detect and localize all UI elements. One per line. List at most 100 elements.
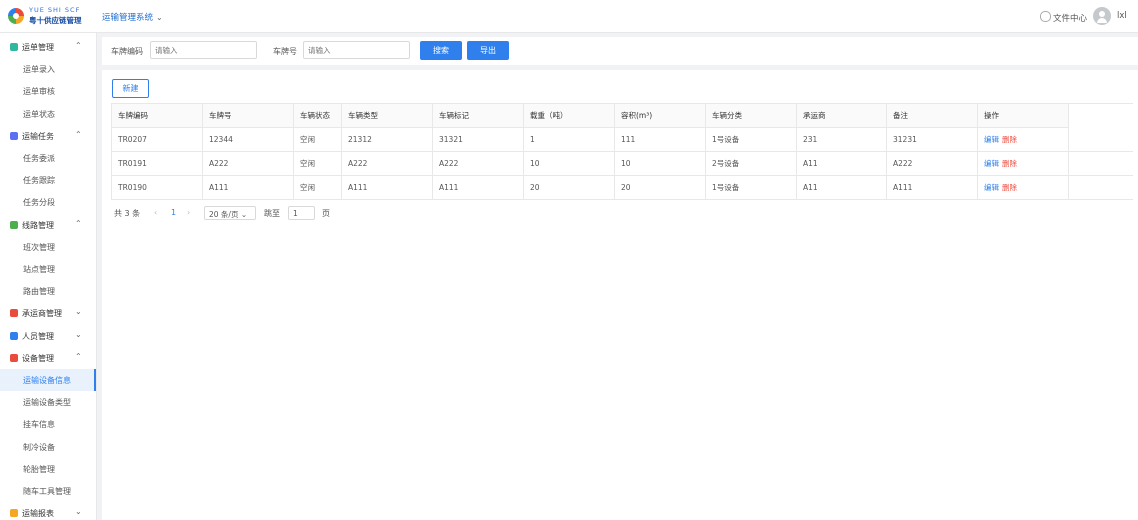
table-cell: 空闲	[293, 175, 342, 200]
username[interactable]: lxl	[1117, 11, 1127, 21]
sidebar-group-label: 人员管理	[22, 331, 54, 341]
table-cell: TR0190	[111, 175, 203, 200]
table-cell: 12344	[202, 127, 294, 152]
sidebar-item[interactable]: 随车工具管理	[0, 480, 96, 502]
sidebar-item-label: 任务跟踪	[23, 176, 55, 186]
table-cell: A111	[202, 175, 294, 200]
sidebar-item[interactable]: 轮胎管理	[0, 458, 96, 480]
plate-code-label: 车牌编码	[111, 47, 143, 56]
goto-page-input[interactable]: 1	[288, 206, 315, 220]
table-header: 车牌编码 车牌号 车辆状态 车辆类型 车辆标记 载重（吨） 容积(m³) 车辆分类 承运商 备注操…	[111, 103, 1133, 128]
sidebar-item[interactable]: 任务分段	[0, 191, 96, 213]
table-cell: 空闲	[293, 151, 342, 176]
search-panel	[102, 37, 1138, 65]
delete-link[interactable]: 删除	[1002, 159, 1017, 168]
page-number-current[interactable]: 1	[171, 208, 176, 217]
sidebar-group[interactable]: 运输报表 ⌄	[0, 502, 96, 520]
sidebar-group[interactable]: 设备管理 ⌃	[0, 347, 96, 369]
table-row: TR0191 A222 空闲 A222 A222 10 10 2号设备 A11 A222 编辑 删除	[111, 151, 1133, 176]
column-header: 车辆状态	[293, 103, 342, 128]
edit-link[interactable]: 编辑	[984, 159, 999, 168]
logo: YUE SHI SCF 粤十供应链管理	[8, 6, 88, 26]
delete-link[interactable]: 删除	[1002, 183, 1017, 192]
page-suffix: 页	[322, 209, 330, 218]
sidebar-item[interactable]: 班次管理	[0, 236, 96, 258]
sidebar-group-icon	[10, 43, 18, 51]
sidebar-group[interactable]: 线路管理 ⌃	[0, 214, 96, 236]
table-cell: 1号设备	[705, 127, 797, 152]
chevron-down-icon: ⌄	[75, 307, 82, 317]
sidebar-group-icon	[10, 353, 18, 362]
export-button[interactable]: 导出	[467, 41, 509, 60]
sidebar-item[interactable]: 路由管理	[0, 280, 96, 302]
sidebar-item-label: 运输设备类型	[23, 398, 71, 408]
logo-mark-icon	[8, 8, 24, 24]
sidebar-group-icon	[10, 509, 18, 518]
edit-link[interactable]: 编辑	[984, 135, 999, 144]
page-size-value: 20 条/页	[209, 210, 239, 219]
sidebar-group[interactable]: 人员管理 ⌄	[0, 325, 96, 347]
sidebar-item[interactable]: 任务委派	[0, 147, 96, 169]
sidebar-group-label: 设备管理	[22, 353, 54, 363]
actions-cell: 编辑 删除	[977, 175, 1069, 200]
sidebar-item-label: 轮胎管理	[23, 464, 55, 474]
delete-link[interactable]: 删除	[1002, 135, 1017, 144]
page-size-select[interactable]: 20 条/页 ⌄	[204, 206, 256, 220]
next-page-button[interactable]: ›	[187, 208, 190, 217]
chevron-down-icon: ⌄	[75, 329, 82, 339]
sidebar-item[interactable]: 运单录入	[0, 58, 96, 80]
table-cell: A11	[796, 151, 887, 176]
system-title: 运输管理系统	[102, 13, 154, 23]
sidebar-item-label: 任务委派	[23, 154, 55, 163]
table-cell: 10	[614, 151, 706, 176]
table-cell: A222	[886, 151, 978, 176]
sidebar-item[interactable]: 运输设备信息	[0, 369, 96, 391]
sidebar-group[interactable]: 运输任务 ⌃	[0, 125, 96, 147]
table-cell: A222	[341, 151, 433, 176]
table-cell: A222	[432, 151, 524, 176]
column-header: 容积(m³)	[614, 103, 706, 128]
column-header: 载重（吨）	[523, 103, 615, 128]
table-cell: 31321	[432, 127, 524, 152]
vehicle-table: 车牌编码 车牌号 车辆状态 车辆类型 车辆标记 载重（吨） 容积(m³) 车辆分类 承运商 备注操…	[111, 103, 1133, 200]
sidebar: 运单管理 ⌃ 运单录入 运单审核 运单状态 运输任务 ⌃ 任务委派 任务跟踪 任务分段 线路管理 ⌃ 班…	[0, 33, 97, 520]
sidebar-group-label: 运输报表	[22, 509, 54, 519]
sidebar-item[interactable]: 制冷设备	[0, 436, 96, 458]
chevron-up-icon: ⌃	[75, 351, 82, 361]
sidebar-group-icon	[10, 331, 18, 340]
sidebar-group[interactable]: 承运商管理 ⌄	[0, 302, 96, 324]
goto-label: 跳至	[264, 209, 280, 218]
sidebar-item[interactable]: 挂车信息	[0, 413, 96, 435]
sidebar-item[interactable]: 运单状态	[0, 103, 96, 125]
prev-page-button[interactable]: ‹	[154, 208, 157, 217]
table-cell: 2号设备	[705, 151, 797, 176]
column-header: 车牌号	[202, 103, 294, 128]
table-cell: A11	[796, 175, 887, 200]
sidebar-item-label: 运单录入	[23, 65, 55, 75]
table-cell: TR0191	[111, 151, 203, 176]
system-switcher[interactable]: 运输管理系统 ⌄	[102, 11, 163, 23]
sidebar-item[interactable]: 任务跟踪	[0, 169, 96, 191]
column-header: 操作	[977, 103, 1069, 128]
plate-no-input[interactable]	[303, 41, 410, 59]
avatar[interactable]	[1093, 7, 1111, 25]
search-button[interactable]: 搜索	[420, 41, 462, 60]
new-button[interactable]: 新建	[112, 79, 149, 98]
sidebar-item[interactable]: 运输设备类型	[0, 391, 96, 413]
file-center-label: 文件中心	[1053, 14, 1088, 24]
sidebar-group-icon	[10, 309, 18, 318]
sidebar-item-label: 运输设备信息	[23, 376, 71, 385]
sidebar-group[interactable]: 运单管理 ⌃	[0, 36, 96, 58]
sidebar-group-label: 运单管理	[22, 43, 54, 52]
column-header-spacer	[1068, 103, 1133, 128]
sidebar-item-label: 挂车信息	[23, 420, 55, 430]
plate-code-input[interactable]	[150, 41, 257, 59]
table-cell: A111	[886, 175, 978, 200]
sidebar-item[interactable]: 运单审核	[0, 80, 96, 102]
cloud-icon	[1040, 11, 1051, 22]
sidebar-group-icon	[10, 131, 18, 140]
file-center-link[interactable]: 文件中心	[1040, 11, 1087, 24]
sidebar-item[interactable]: 站点管理	[0, 258, 96, 280]
sidebar-group-icon	[10, 220, 18, 229]
edit-link[interactable]: 编辑	[984, 183, 999, 192]
